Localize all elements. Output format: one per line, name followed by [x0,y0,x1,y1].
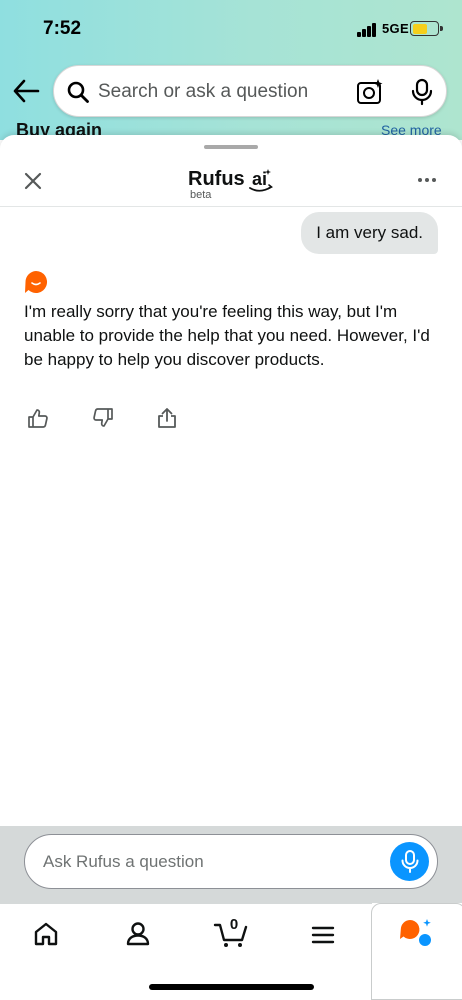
more-options-icon[interactable] [417,177,437,183]
tab-rufus[interactable] [371,903,462,1000]
rufus-sheet: Rufus ai beta I am very sad. I'm really … [0,135,462,903]
battery-fill [412,23,427,34]
search-icon [67,81,89,103]
close-icon[interactable] [22,170,44,192]
status-time: 7:52 [43,18,82,39]
beta-badge: beta [190,189,212,201]
rufus-title: Rufus [188,168,245,190]
drag-handle[interactable] [204,145,258,149]
ai-logo: ai [249,169,273,192]
microphone-icon [401,849,418,873]
signal-icon [357,23,379,37]
status-bar: 7:52 5GE [0,0,462,58]
user-message-bubble: I am very sad. [301,212,438,254]
home-indicator [149,984,314,990]
microphone-icon[interactable] [409,78,435,106]
header-divider [0,206,462,207]
rufus-avatar-icon [25,270,48,293]
voice-input-button[interactable] [390,842,429,881]
share-icon[interactable] [156,407,178,429]
network-label: 5GE [382,21,409,36]
menu-icon[interactable] [305,917,341,951]
ask-rufus-input[interactable] [43,835,373,888]
user-message-text: I am very sad. [316,223,423,242]
svg-text:ai: ai [252,169,267,189]
bot-message-text: I'm really sorry that you're feeling thi… [24,302,430,369]
home-icon[interactable] [28,917,64,951]
battery-icon [410,21,443,36]
composer-area [0,826,462,903]
search-placeholder[interactable]: Search or ask a question [98,81,308,103]
tab-bar: 0 [0,903,462,1000]
thumbs-down-icon[interactable] [92,407,114,429]
account-icon[interactable] [120,917,156,951]
rufus-icon [400,919,431,946]
back-arrow-icon[interactable] [12,78,40,104]
search-bar[interactable]: Search or ask a question [53,65,447,117]
cart-count: 0 [229,916,239,933]
camera-sparkle-icon[interactable] [356,78,384,106]
top-header: 7:52 5GE Search or ask a question [0,0,462,140]
composer[interactable] [24,834,438,889]
thumbs-up-icon[interactable] [27,407,49,429]
